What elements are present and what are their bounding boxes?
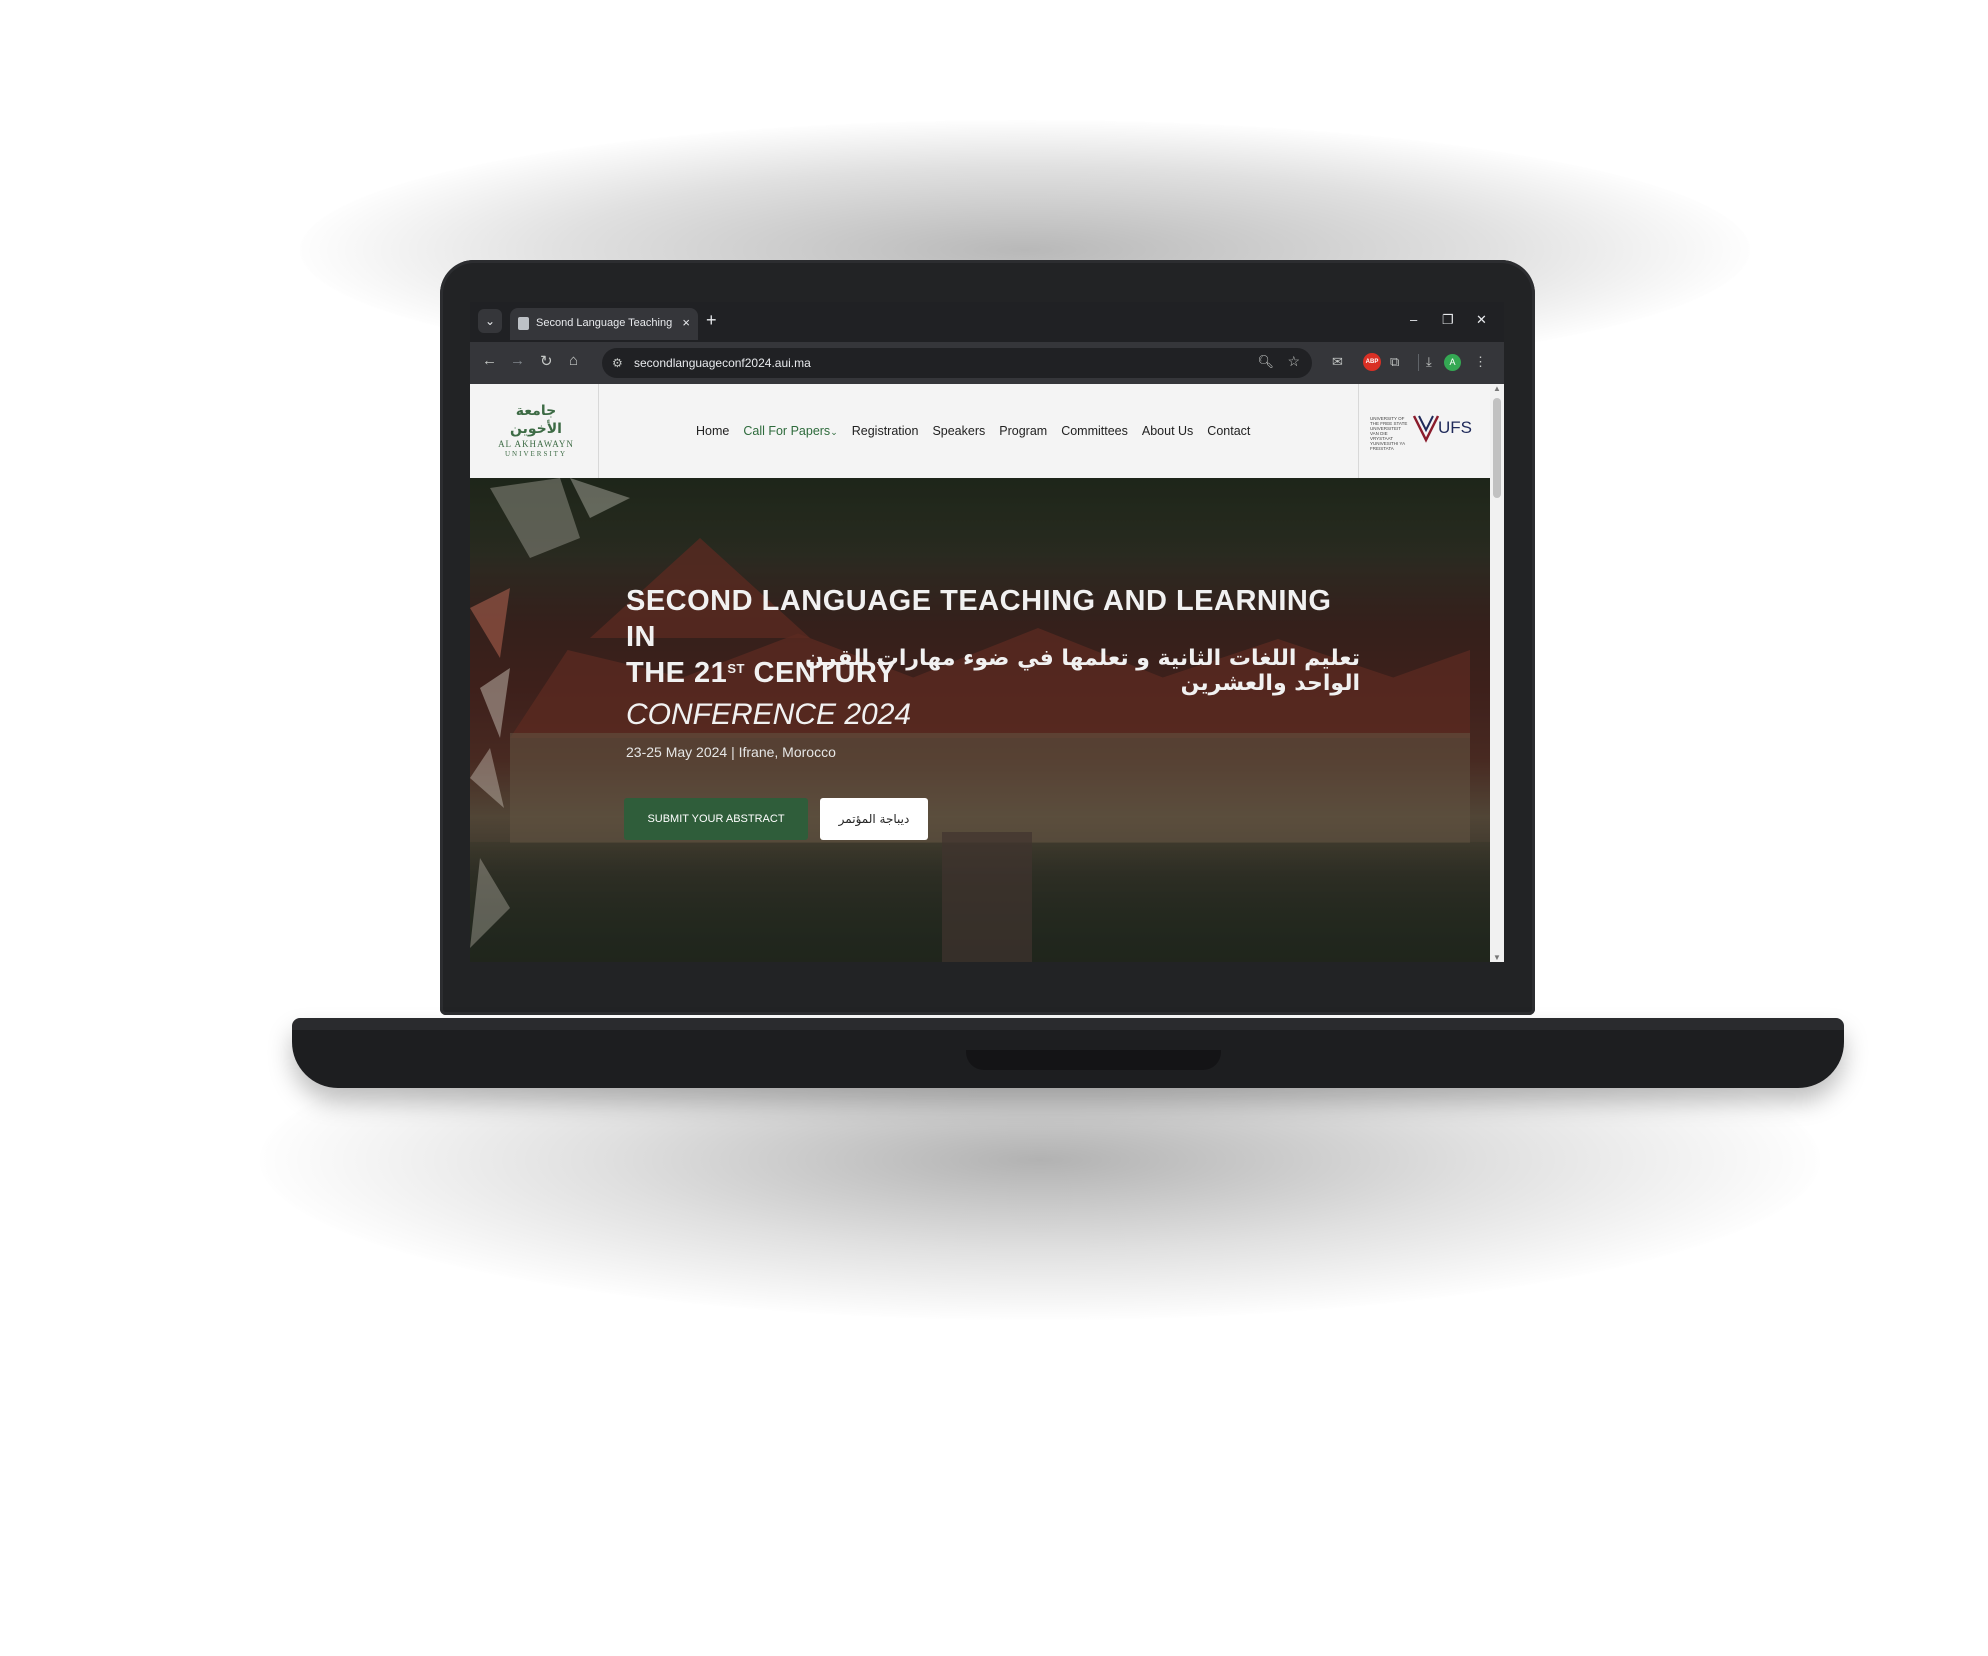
nav-about-us[interactable]: About Us xyxy=(1142,424,1193,444)
al-akhawayn-logo[interactable]: جامعة الأخوين AL AKHAWAYN UNIVERSITY xyxy=(490,402,582,460)
profile-avatar[interactable]: A xyxy=(1444,354,1461,371)
tab-search-chevron-icon[interactable]: ⌄ xyxy=(478,309,502,333)
laptop-base xyxy=(292,1018,1844,1088)
site-info-icon[interactable]: ⚙ xyxy=(612,356,623,370)
logo-arabic-text: جامعة الأخوين xyxy=(510,403,562,437)
download-icon[interactable]: ⤓ xyxy=(1426,354,1432,370)
nav-call-for-papers[interactable]: Call For Papers⌄ xyxy=(743,424,837,444)
ufs-logo-small-text: UNIVERSITY OF THE FREE STATE UNIVERSITEI… xyxy=(1370,416,1408,451)
nav-registration[interactable]: Registration xyxy=(852,424,919,444)
mail-icon[interactable]: ✉ xyxy=(1332,354,1343,370)
site-header: جامعة الأخوين AL AKHAWAYN UNIVERSITY Hom… xyxy=(470,384,1490,478)
restore-icon[interactable]: ❐ xyxy=(1442,312,1454,328)
nav-speakers[interactable]: Speakers xyxy=(932,424,985,444)
ufs-shield-icon xyxy=(1412,415,1440,443)
home-icon[interactable]: ⌂ xyxy=(569,352,578,369)
browser-tabstrip: ⌄ Second Language Teaching and Learning … xyxy=(470,302,1504,342)
reload-icon[interactable]: ↻ xyxy=(540,352,553,370)
address-bar[interactable]: ⚙ secondlanguageconf2024.aui.ma 🔍︎ ☆ xyxy=(602,348,1312,378)
conference-preamble-button[interactable]: ديباجة المؤتمر xyxy=(820,798,928,840)
page-favicon-icon xyxy=(518,317,529,330)
main-nav: Home Call For Papers⌄ Registration Speak… xyxy=(696,424,1250,444)
laptop-base-lip xyxy=(292,1018,1844,1030)
scroll-up-icon[interactable]: ▲ xyxy=(1493,384,1501,393)
tab-title: Second Language Teaching and Learning xyxy=(536,317,674,329)
browser-toolbar: ← → ↻ ⌂ ⚙ secondlanguageconf2024.aui.ma … xyxy=(470,342,1504,384)
logo-english-text: AL AKHAWAYN xyxy=(498,439,574,449)
nav-program[interactable]: Program xyxy=(999,424,1047,444)
nav-committees[interactable]: Committees xyxy=(1061,424,1128,444)
bookmark-star-icon[interactable]: ☆ xyxy=(1287,353,1300,370)
laptop-trackpad-notch xyxy=(966,1050,1221,1070)
back-icon[interactable]: ← xyxy=(482,352,497,369)
logo-english-subtext: UNIVERSITY xyxy=(505,450,567,458)
nav-call-for-papers-label: Call For Papers xyxy=(743,424,831,438)
hero-banner: SECOND LANGUAGE TEACHING AND LEARNING IN… xyxy=(470,478,1490,962)
submit-abstract-button[interactable]: SUBMIT YOUR ABSTRACT xyxy=(624,798,808,840)
zoom-icon[interactable]: 🔍︎ xyxy=(1257,354,1274,370)
window-close-icon[interactable]: ✕ xyxy=(1476,312,1487,328)
scroll-down-icon[interactable]: ▼ xyxy=(1493,953,1501,962)
hero-arabic-title: تعليم اللغات الثانية و تعلمها في ضوء مها… xyxy=(804,646,1360,696)
adblock-icon[interactable]: ABP xyxy=(1363,353,1381,371)
ufs-logo[interactable]: UNIVERSITY OF THE FREE STATE UNIVERSITEI… xyxy=(1370,408,1480,456)
forward-icon[interactable]: → xyxy=(510,352,525,369)
menu-icon[interactable]: ⋮ xyxy=(1474,354,1487,370)
tab-close-icon[interactable]: × xyxy=(682,315,690,330)
nav-contact[interactable]: Contact xyxy=(1207,424,1250,444)
url-text[interactable]: secondlanguageconf2024.aui.ma xyxy=(634,356,811,370)
extensions-icon[interactable]: ⧉ xyxy=(1390,354,1399,370)
chevron-down-icon: ⌄ xyxy=(830,427,838,437)
ufs-logo-text: UFS xyxy=(1438,418,1472,437)
new-tab-button[interactable]: + xyxy=(706,310,717,331)
header-divider-right xyxy=(1358,384,1359,478)
laptop-screen: ⌄ Second Language Teaching and Learning … xyxy=(470,302,1504,962)
toolbar-separator xyxy=(1418,354,1419,371)
page-scrollbar[interactable]: ▲ ▼ xyxy=(1490,384,1504,962)
hero-conference-label: CONFERENCE 2024 xyxy=(626,698,912,731)
hero-title-sup: ST xyxy=(727,661,745,676)
web-page: جامعة الأخوين AL AKHAWAYN UNIVERSITY Hom… xyxy=(470,384,1490,962)
hero-date-location: 23-25 May 2024 | Ifrane, Morocco xyxy=(626,744,836,760)
minimize-icon[interactable]: – xyxy=(1410,312,1417,327)
hero-title-line1: SECOND LANGUAGE TEACHING AND LEARNING IN xyxy=(626,585,1332,653)
nav-home[interactable]: Home xyxy=(696,424,729,444)
browser-tab[interactable]: Second Language Teaching and Learning × xyxy=(510,308,698,340)
scrollbar-thumb[interactable] xyxy=(1493,398,1501,498)
hero-title-prefix: THE 21 xyxy=(626,657,728,689)
header-divider-left xyxy=(598,384,599,478)
